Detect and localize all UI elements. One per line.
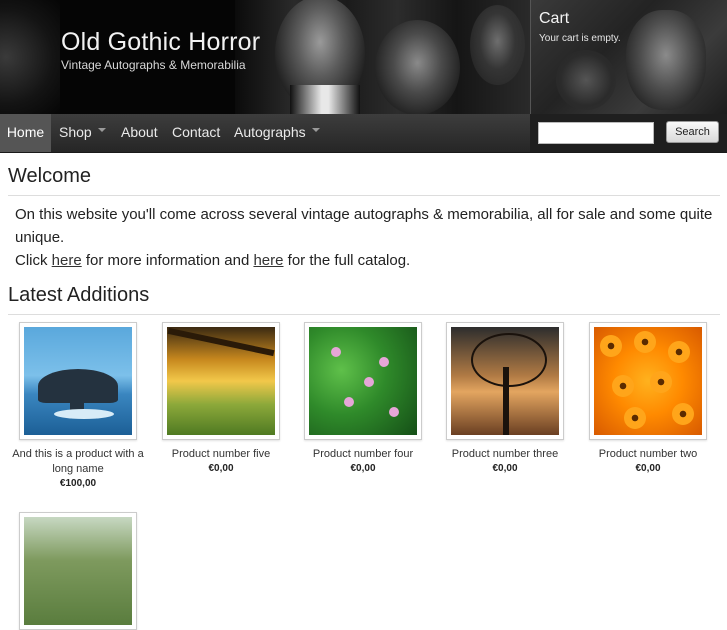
- product-card[interactable]: Product number four €0,00: [295, 322, 431, 476]
- caret-down-icon: [97, 128, 106, 133]
- welcome-text: On this website you'll come across sever…: [15, 203, 715, 272]
- autumn-tree-image: [167, 327, 275, 435]
- product-card[interactable]: [10, 512, 146, 630]
- product-image[interactable]: [19, 322, 137, 440]
- orange-flowers-image: [594, 327, 702, 435]
- product-name[interactable]: Product number two: [580, 447, 716, 462]
- whale-tail-image: [24, 327, 132, 435]
- nav-item-label: Home: [6, 124, 45, 140]
- cart-title[interactable]: Cart: [539, 10, 569, 28]
- divider: [8, 314, 720, 315]
- product-name[interactable]: And this is a product with a long name: [10, 447, 146, 477]
- product-price: €0,00: [208, 463, 234, 474]
- nav-item-label: Contact: [172, 124, 221, 140]
- header-portraits-center: [235, 0, 530, 114]
- product-name[interactable]: Product number four: [295, 447, 431, 462]
- site-header: Old Gothic Horror Vintage Autographs & M…: [0, 0, 727, 114]
- main-navigation: Home Shop About Contact Autographs Searc…: [0, 114, 727, 153]
- site-tagline: Vintage Autographs & Memorabilia: [61, 58, 246, 72]
- info-link[interactable]: here: [52, 252, 82, 269]
- nav-item-label: About: [121, 124, 158, 140]
- search-form: Search: [530, 114, 727, 152]
- caret-down-icon: [311, 128, 320, 133]
- welcome-heading: Welcome: [8, 165, 91, 187]
- cart-status: Your cart is empty.: [539, 33, 621, 44]
- site-title[interactable]: Old Gothic Horror: [61, 28, 260, 57]
- cart-widget: Cart Your cart is empty.: [530, 0, 727, 114]
- product-image[interactable]: [446, 322, 564, 440]
- product-price: €0,00: [350, 463, 376, 474]
- latest-additions-heading: Latest Additions: [8, 284, 150, 306]
- product-card[interactable]: Product number two €0,00: [580, 322, 716, 476]
- welcome-line: On this website you'll come across sever…: [15, 206, 713, 246]
- welcome-line-text: for the full catalog.: [283, 252, 411, 269]
- sunset-tree-image: [451, 327, 559, 435]
- product-image[interactable]: [162, 322, 280, 440]
- nav-item-home[interactable]: Home: [0, 114, 51, 152]
- nav-item-label: Shop: [59, 124, 92, 140]
- nav-item-shop[interactable]: Shop: [59, 114, 106, 152]
- nav-item-about[interactable]: About: [121, 114, 158, 152]
- pink-flowers-image: [309, 327, 417, 435]
- nav-item-contact[interactable]: Contact: [172, 114, 220, 152]
- nav-item-label: Autographs: [234, 124, 306, 140]
- product-price: €0,00: [492, 463, 518, 474]
- product-card[interactable]: Product number five €0,00: [153, 322, 289, 476]
- product-price: €100,00: [59, 478, 97, 489]
- welcome-line-text: Click: [15, 252, 52, 269]
- product-card[interactable]: Product number three €0,00: [437, 322, 573, 476]
- welcome-line-text: for more information and: [81, 252, 254, 269]
- landscape-image: [24, 517, 132, 625]
- search-input[interactable]: [538, 122, 654, 144]
- product-card[interactable]: And this is a product with a long name €…: [10, 322, 146, 491]
- divider: [8, 195, 720, 196]
- product-name[interactable]: Product number three: [437, 447, 573, 462]
- catalog-link[interactable]: here: [253, 252, 283, 269]
- search-button[interactable]: Search: [666, 121, 719, 143]
- product-image[interactable]: [304, 322, 422, 440]
- product-price: €0,00: [635, 463, 661, 474]
- header-portrait-left: [0, 0, 60, 114]
- product-name[interactable]: Product number five: [153, 447, 289, 462]
- nav-item-autographs[interactable]: Autographs: [234, 114, 320, 152]
- product-image[interactable]: [19, 512, 137, 630]
- product-image[interactable]: [589, 322, 707, 440]
